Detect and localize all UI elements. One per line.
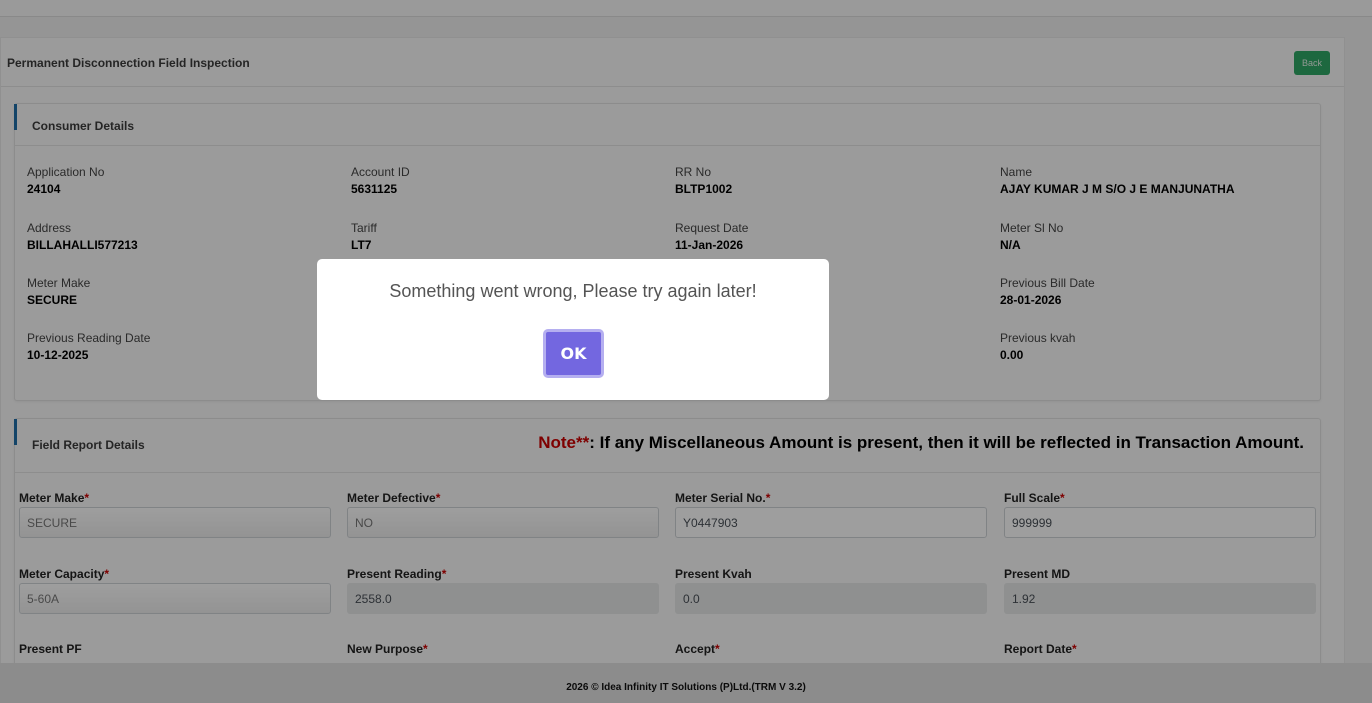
ok-button[interactable]: OK (543, 329, 604, 378)
error-message: Something went wrong, Please try again l… (389, 281, 757, 301)
error-dialog: Something went wrong, Please try again l… (317, 259, 829, 400)
